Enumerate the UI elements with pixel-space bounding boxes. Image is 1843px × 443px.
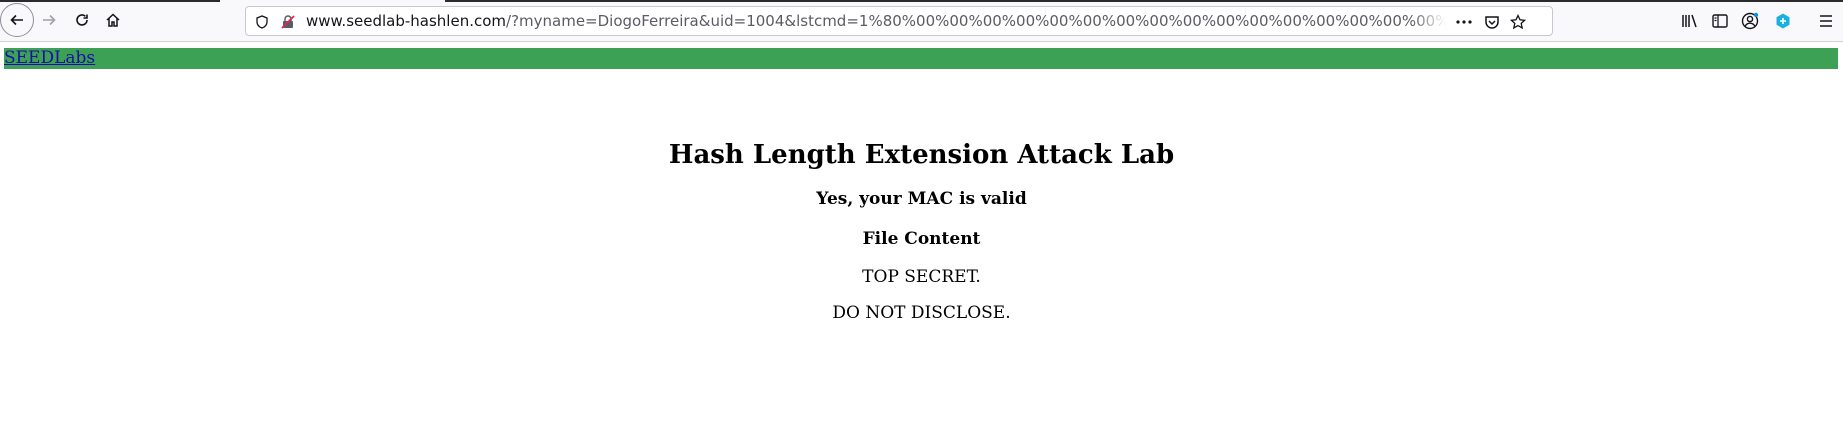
arrow-left-icon: [10, 14, 23, 26]
tab-strip-edge: [445, 0, 1843, 2]
more-actions-icon[interactable]: [1454, 12, 1474, 32]
insecure-lock-icon[interactable]: [278, 12, 298, 32]
main-content: Hash Length Extension Attack Lab Yes, yo…: [0, 135, 1843, 325]
url-text[interactable]: www.seedlab-hashlen.com/?myname=DiogoFer…: [306, 12, 1446, 32]
sidebar-icon[interactable]: [1708, 9, 1732, 33]
library-icon[interactable]: [1678, 9, 1702, 33]
url-bar[interactable]: www.seedlab-hashlen.com/?myname=DiogoFer…: [245, 6, 1553, 36]
reload-button[interactable]: [66, 4, 98, 36]
file-content-heading: File Content: [862, 229, 981, 249]
seedlabs-home-link[interactable]: SEEDLabs: [4, 48, 95, 69]
forward-button[interactable]: [33, 4, 65, 36]
account-icon[interactable]: [1738, 9, 1762, 33]
url-host: www.seedlab-hashlen.com: [306, 12, 507, 30]
pocket-icon[interactable]: [1482, 12, 1502, 32]
reload-icon: [76, 14, 88, 26]
shield-icon[interactable]: [252, 12, 272, 32]
arrow-right-icon: [43, 14, 56, 26]
mac-status-message: Yes, your MAC is valid: [816, 189, 1027, 209]
extension-icon[interactable]: [1771, 9, 1795, 33]
menu-icon[interactable]: [1814, 9, 1838, 33]
file-content-line: TOP SECRET.: [862, 267, 981, 287]
browser-toolbar: www.seedlab-hashlen.com/?myname=DiogoFer…: [0, 0, 1843, 42]
url-path: /?myname=DiogoFerreira&uid=1004&lstcmd=1…: [506, 12, 1446, 30]
home-button[interactable]: [97, 4, 129, 36]
back-button[interactable]: [0, 3, 34, 37]
home-icon: [106, 13, 120, 27]
file-content-line: DO NOT DISCLOSE.: [832, 303, 1011, 323]
tab-strip-edge: [0, 0, 220, 2]
bookmark-star-icon[interactable]: [1508, 12, 1528, 32]
site-nav-bar: SEEDLabs: [4, 48, 1838, 69]
page-title: Hash Length Extension Attack Lab: [668, 140, 1175, 170]
